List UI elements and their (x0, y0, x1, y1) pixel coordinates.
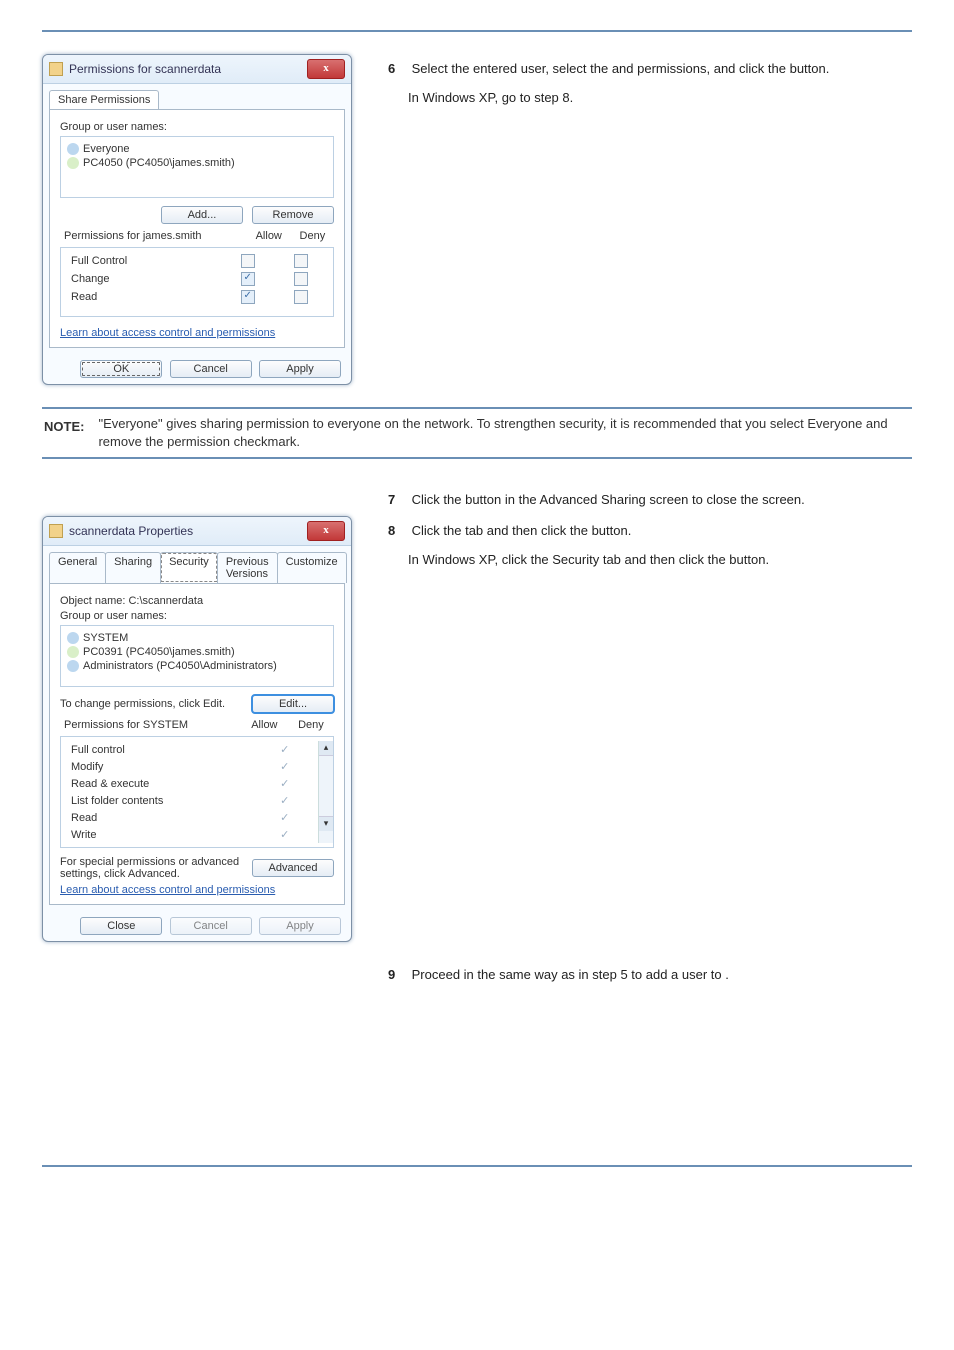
help-link[interactable]: Learn about access control and permissio… (60, 327, 275, 339)
special-perm-label: For special permissions or advanced sett… (60, 856, 240, 880)
note-label: NOTE: (42, 415, 98, 434)
allow-check-icon: ✓ (280, 829, 289, 841)
change-perm-label: To change permissions, click Edit. (60, 698, 225, 710)
tab-sharing[interactable]: Sharing (105, 552, 161, 583)
scroll-up-icon[interactable]: ▴ (319, 741, 333, 756)
cancel-button[interactable]: Cancel (170, 360, 252, 378)
apply-button[interactable]: Apply (259, 360, 341, 378)
list-item: PC0391 (PC4050\james.smith) (83, 646, 235, 658)
deny-checkbox[interactable] (294, 290, 308, 304)
allow-header: Allow (241, 717, 288, 733)
tab-previous-versions[interactable]: Previous Versions (217, 552, 278, 583)
deny-header: Deny (288, 717, 334, 733)
close-button[interactable]: Close (80, 917, 162, 935)
folder-icon (49, 524, 63, 538)
close-icon[interactable]: x (307, 521, 345, 541)
list-item: Administrators (PC4050\Administrators) (83, 660, 277, 672)
perm-for-label: Permissions for SYSTEM (60, 717, 241, 733)
tab-security[interactable]: Security (160, 552, 218, 583)
help-link[interactable]: Learn about access control and permissio… (60, 884, 275, 896)
step-8: 8 Click the tab and then click the butto… (388, 522, 912, 570)
allow-checkbox[interactable]: ✓ (241, 272, 255, 286)
perm-row: Modify (67, 758, 268, 775)
tab-share-permissions[interactable]: Share Permissions (49, 90, 159, 109)
group-user-label: Group or user names: (60, 121, 334, 133)
advanced-button[interactable]: Advanced (252, 859, 334, 877)
allow-check-icon: ✓ (280, 761, 289, 773)
allow-checkbox[interactable]: ✓ (241, 290, 255, 304)
step-6: 6 Select the entered user, select the an… (388, 60, 912, 108)
deny-header: Deny (291, 228, 334, 244)
ok-button[interactable]: OK (80, 360, 162, 378)
group-icon (67, 632, 79, 644)
dialog-title: scannerdata Properties (69, 524, 307, 538)
perm-row: Change (67, 270, 221, 288)
perm-row: Read (67, 809, 268, 826)
perm-row: Full Control (67, 252, 221, 270)
perm-row: Write (67, 826, 268, 843)
allow-check-icon: ✓ (280, 795, 289, 807)
dialog-title: Permissions for scannerdata (69, 62, 307, 76)
edit-button[interactable]: Edit... (252, 695, 334, 713)
add-button[interactable]: Add... (161, 206, 243, 224)
list-item: PC4050 (PC4050\james.smith) (83, 157, 235, 169)
deny-checkbox[interactable] (294, 272, 308, 286)
perm-for-label: Permissions for james.smith (60, 228, 247, 244)
allow-header: Allow (247, 228, 291, 244)
tab-customize[interactable]: Customize (277, 552, 347, 583)
allow-check-icon: ✓ (280, 744, 289, 756)
object-name: Object name: C:\scannerdata (60, 595, 334, 607)
user-list[interactable]: SYSTEM PC0391 (PC4050\james.smith) Admin… (60, 625, 334, 687)
tab-general[interactable]: General (49, 552, 106, 583)
allow-check-icon: ✓ (280, 812, 289, 824)
list-item: Everyone (83, 143, 129, 155)
deny-checkbox[interactable] (294, 254, 308, 268)
group-user-label: Group or user names: (60, 610, 334, 622)
group-icon (67, 660, 79, 672)
scroll-down-icon[interactable]: ▾ (319, 816, 333, 831)
properties-dialog: scannerdata Properties x General Sharing… (42, 516, 352, 942)
apply-button: Apply (259, 917, 341, 935)
step-9: 9 Proceed in the same way as in step 5 t… (388, 966, 912, 985)
permissions-dialog: Permissions for scannerdata x Share Perm… (42, 54, 352, 385)
allow-checkbox[interactable] (241, 254, 255, 268)
perm-row: List folder contents (67, 792, 268, 809)
group-icon (67, 143, 79, 155)
remove-button[interactable]: Remove (252, 206, 334, 224)
user-icon (67, 157, 79, 169)
folder-icon (49, 62, 63, 76)
list-item: SYSTEM (83, 632, 128, 644)
perm-row: Read (67, 288, 221, 306)
step-7: 7 Click the button in the Advanced Shari… (388, 491, 912, 510)
user-icon (67, 646, 79, 658)
close-icon[interactable]: x (307, 59, 345, 79)
user-list[interactable]: Everyone PC4050 (PC4050\james.smith) (60, 136, 334, 198)
perm-row: Full control (67, 741, 268, 758)
cancel-button: Cancel (170, 917, 252, 935)
allow-check-icon: ✓ (280, 778, 289, 790)
note-text: "Everyone" gives sharing permission to e… (98, 415, 912, 451)
perm-row: Read & execute (67, 775, 268, 792)
